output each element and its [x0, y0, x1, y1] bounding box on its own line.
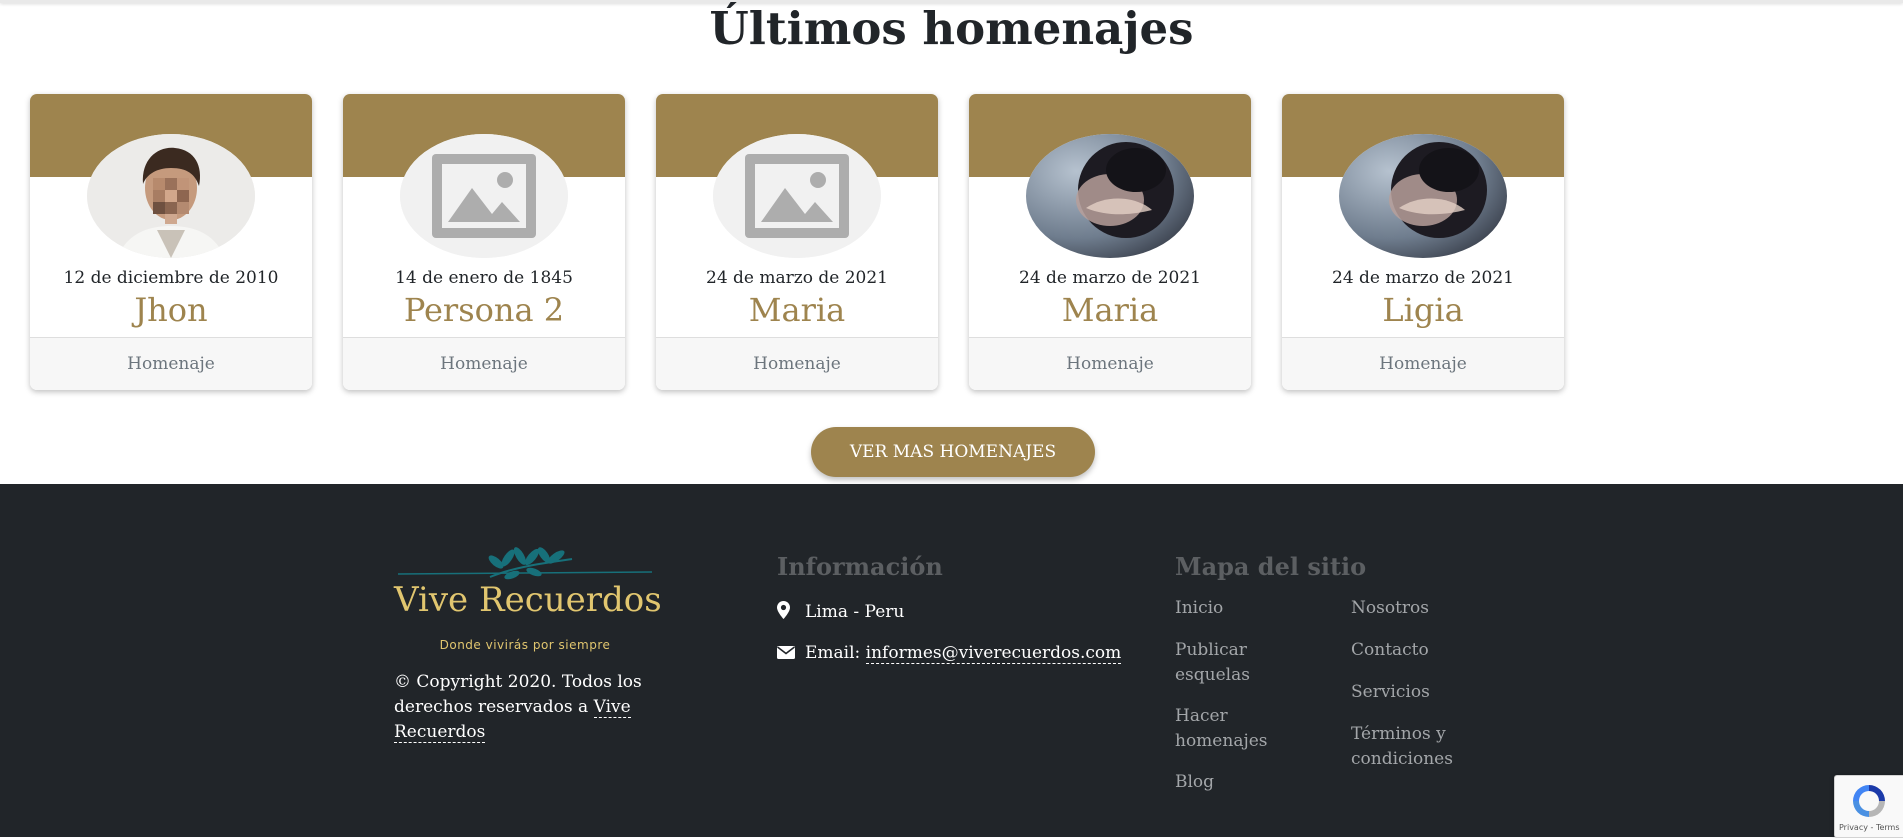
- image-placeholder-icon[interactable]: [400, 134, 568, 258]
- recaptcha-links[interactable]: Privacy - Terms: [1839, 823, 1900, 832]
- tribute-name[interactable]: Jhon: [30, 291, 312, 329]
- envelope-icon: [777, 644, 795, 664]
- sitemap-link-hacer-homenajes[interactable]: Hacer homenajes: [1175, 704, 1280, 754]
- site-logo[interactable]: Vive Recuerdos Donde vivirás por siempre: [394, 545, 662, 655]
- card-footer: Homenaje: [656, 337, 938, 390]
- sitemap-link-inicio[interactable]: Inicio: [1175, 596, 1335, 621]
- sitemap-link-contacto[interactable]: Contacto: [1351, 638, 1511, 663]
- card-footer: Homenaje: [30, 337, 312, 390]
- sitemap-link-publicar-esquelas[interactable]: Publicar esquelas: [1175, 638, 1280, 688]
- tribute-card[interactable]: 24 de marzo de 2021 Maria Homenaje: [656, 94, 938, 390]
- info-heading: Información: [777, 552, 943, 581]
- tribute-name[interactable]: Maria: [969, 291, 1251, 329]
- image-placeholder-icon[interactable]: [713, 134, 881, 258]
- email-label: Email:: [805, 643, 866, 663]
- portrait-photo[interactable]: [87, 134, 255, 258]
- sitemap-heading: Mapa del sitio: [1175, 552, 1367, 581]
- recaptcha-icon: [1853, 785, 1885, 817]
- tribute-name[interactable]: Ligia: [1282, 291, 1564, 329]
- portrait-photo[interactable]: [1026, 134, 1194, 258]
- homenaje-link[interactable]: Homenaje: [30, 354, 312, 374]
- recaptcha-badge[interactable]: Privacy - Terms: [1834, 775, 1903, 838]
- sitemap-link-servicios[interactable]: Servicios: [1351, 680, 1511, 705]
- tribute-name[interactable]: Maria: [656, 291, 938, 329]
- tribute-date: 12 de diciembre de 2010: [63, 268, 279, 288]
- tribute-date: 14 de enero de 1845: [395, 268, 573, 288]
- sitemap-link-blog[interactable]: Blog: [1175, 770, 1335, 795]
- card-footer: Homenaje: [1282, 337, 1564, 390]
- homenaje-link[interactable]: Homenaje: [1282, 354, 1564, 374]
- card-footer: Homenaje: [969, 337, 1251, 390]
- tribute-name[interactable]: Persona 2: [343, 291, 625, 329]
- tribute-date: 24 de marzo de 2021: [1332, 268, 1514, 288]
- tribute-card[interactable]: 24 de marzo de 2021 Maria Homenaje: [969, 94, 1251, 390]
- sitemap-link-terminos[interactable]: Términos y condiciones: [1351, 722, 1471, 772]
- copyright-text: © Copyright 2020. Todos los derechos res…: [394, 670, 656, 745]
- email-row: Email: informes@viverecuerdos.com: [777, 643, 1122, 664]
- homenaje-link[interactable]: Homenaje: [656, 354, 938, 374]
- map-marker-icon: [777, 601, 795, 624]
- tribute-date: 24 de marzo de 2021: [1019, 268, 1201, 288]
- tribute-card[interactable]: 14 de enero de 1845 Persona 2 Homenaje: [343, 94, 625, 390]
- homenaje-link[interactable]: Homenaje: [343, 354, 625, 374]
- location-text: Lima - Peru: [805, 602, 905, 622]
- logo-tagline: Donde vivirás por siempre: [439, 638, 611, 652]
- more-tributes-button[interactable]: VER MAS HOMENAJES: [811, 427, 1095, 477]
- card-footer: Homenaje: [343, 337, 625, 390]
- section-title: Últimos homenajes: [709, 2, 1194, 55]
- portrait-photo[interactable]: [1339, 134, 1507, 258]
- email-link[interactable]: informes@viverecuerdos.com: [865, 643, 1122, 664]
- tribute-card[interactable]: 24 de marzo de 2021 Ligia Homenaje: [1282, 94, 1564, 390]
- tributes-list: 12 de diciembre de 2010 Jhon Homenaje 14…: [30, 94, 1570, 390]
- sitemap-link-nosotros[interactable]: Nosotros: [1351, 596, 1511, 621]
- location-row: Lima - Peru: [777, 601, 904, 624]
- tribute-date: 24 de marzo de 2021: [706, 268, 888, 288]
- logo-text: Vive Recuerdos: [394, 580, 662, 620]
- homenaje-link[interactable]: Homenaje: [969, 354, 1251, 374]
- tribute-card[interactable]: 12 de diciembre de 2010 Jhon Homenaje: [30, 94, 312, 390]
